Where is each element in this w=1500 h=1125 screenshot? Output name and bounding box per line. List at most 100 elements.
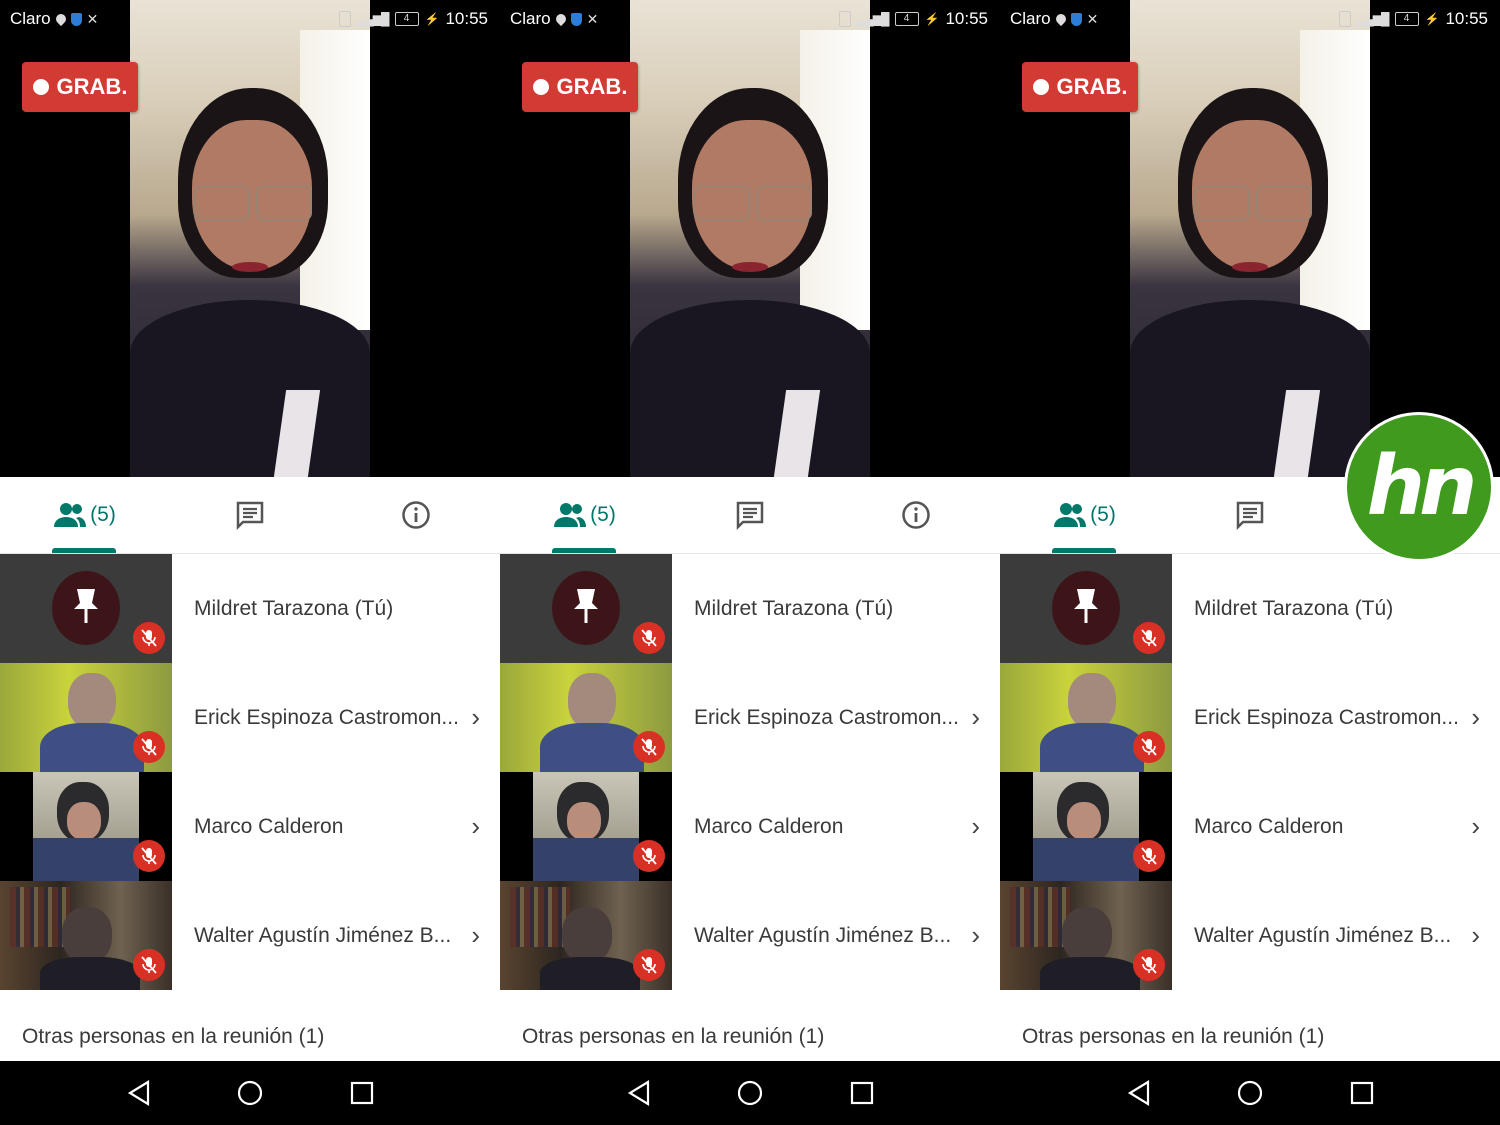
carrier-label: Claro xyxy=(510,9,551,28)
home-icon[interactable] xyxy=(237,1079,263,1107)
back-icon[interactable] xyxy=(1127,1079,1151,1107)
participant-name: Walter Agustín Jiménez B... xyxy=(194,924,452,947)
home-icon[interactable] xyxy=(1237,1079,1263,1107)
chevron-right-icon[interactable]: › xyxy=(471,772,480,881)
participant-row[interactable]: Erick Espinoza Castromon... › xyxy=(0,663,500,772)
people-icon xyxy=(554,503,587,527)
charging-icon: ⚡ xyxy=(1424,12,1440,26)
recording-label: GRAB. xyxy=(56,74,128,99)
missed-call-icon: ✕ xyxy=(1086,10,1099,27)
people-count: (5) xyxy=(590,503,616,526)
mic-off-icon xyxy=(133,949,165,981)
clock: 10:55 xyxy=(445,9,488,28)
speaker-camera-feed xyxy=(1130,0,1370,477)
chevron-right-icon[interactable]: › xyxy=(1471,881,1480,990)
mic-off-icon xyxy=(633,731,665,763)
avatar xyxy=(1052,571,1120,645)
recording-label: GRAB. xyxy=(1056,74,1128,99)
avatar xyxy=(52,571,120,645)
participant-row[interactable]: Mildret Tarazona (Tú) xyxy=(1000,554,1500,663)
meet-screen-1: Claro ✕ ▂▄▆█ 4 ⚡ 10:55 GRAB. (5) Mildret… xyxy=(0,0,500,1125)
participant-name: Marco Calderon xyxy=(694,815,844,838)
vibrate-icon xyxy=(839,11,852,27)
tab-info[interactable] xyxy=(366,477,466,553)
participant-row[interactable]: Marco Calderon › xyxy=(0,772,500,881)
others-section-heading: Otras personas en la reunión (1) xyxy=(22,1025,325,1048)
shield-icon xyxy=(70,12,82,26)
system-nav-bar xyxy=(0,1061,500,1125)
chevron-right-icon[interactable]: › xyxy=(971,881,980,990)
participant-name: Mildret Tarazona (Tú) xyxy=(194,597,394,620)
tab-people[interactable]: (5) xyxy=(30,477,140,553)
screenshots-strip: Claro ✕ ▂▄▆█ 4 ⚡ 10:55 GRAB. (5) Mildret… xyxy=(0,0,1500,1125)
mic-off-icon xyxy=(633,622,665,654)
mic-off-icon xyxy=(133,731,165,763)
participant-name: Walter Agustín Jiménez B... xyxy=(1194,924,1452,947)
recent-apps-icon[interactable] xyxy=(850,1079,874,1107)
battery-icon: 4 xyxy=(1394,12,1419,26)
home-icon[interactable] xyxy=(737,1079,763,1107)
info-icon xyxy=(902,501,930,529)
chat-icon xyxy=(236,501,264,530)
status-bar: Claro ✕ ▂▄▆█ 4 ⚡ 10:55 xyxy=(1000,0,1500,38)
participant-name: Marco Calderon xyxy=(194,815,344,838)
battery-icon: 4 xyxy=(894,12,919,26)
tab-people[interactable]: (5) xyxy=(530,477,640,553)
participant-row[interactable]: Marco Calderon › xyxy=(500,772,1000,881)
mic-off-icon xyxy=(1133,622,1165,654)
shield-icon xyxy=(1070,12,1082,26)
mic-off-icon xyxy=(1133,949,1165,981)
tab-chat[interactable] xyxy=(200,477,300,553)
participant-row[interactable]: Walter Agustín Jiménez B... › xyxy=(0,881,500,990)
tab-chat[interactable] xyxy=(1200,477,1300,553)
avatar xyxy=(552,571,620,645)
missed-call-icon: ✕ xyxy=(586,10,599,27)
signal-icon: ▂▄▆█ xyxy=(1357,12,1389,26)
participant-thumbnail xyxy=(0,554,172,663)
tab-people[interactable]: (5) xyxy=(1030,477,1140,553)
chevron-right-icon[interactable]: › xyxy=(471,881,480,990)
participant-row[interactable]: Marco Calderon › xyxy=(1000,772,1500,881)
chevron-right-icon[interactable]: › xyxy=(1471,663,1480,772)
chevron-right-icon[interactable]: › xyxy=(471,663,480,772)
participant-row[interactable]: Mildret Tarazona (Tú) xyxy=(500,554,1000,663)
pin-icon xyxy=(1074,589,1098,623)
record-dot-icon xyxy=(1032,79,1049,95)
participant-thumbnail xyxy=(500,554,672,663)
participant-thumbnail xyxy=(500,881,672,990)
others-section-heading: Otras personas en la reunión (1) xyxy=(522,1025,825,1048)
recording-badge: GRAB. xyxy=(522,62,638,112)
participant-row[interactable]: Erick Espinoza Castromon... › xyxy=(500,663,1000,772)
back-icon[interactable] xyxy=(627,1079,651,1107)
mic-off-icon xyxy=(1133,731,1165,763)
charging-icon: ⚡ xyxy=(424,12,440,26)
tab-chat[interactable] xyxy=(700,477,800,553)
vibrate-icon xyxy=(1339,11,1352,27)
participant-row[interactable]: Walter Agustín Jiménez B... › xyxy=(1000,881,1500,990)
participant-thumbnail xyxy=(500,663,672,772)
participant-thumbnail xyxy=(1000,772,1172,881)
pin-icon xyxy=(574,589,598,623)
participant-name: Erick Espinoza Castromon... xyxy=(1194,706,1459,729)
location-icon xyxy=(553,11,568,27)
recent-apps-icon[interactable] xyxy=(350,1079,374,1107)
chevron-right-icon[interactable]: › xyxy=(1471,772,1480,881)
recent-apps-icon[interactable] xyxy=(1350,1079,1374,1107)
chevron-right-icon[interactable]: › xyxy=(971,772,980,881)
participant-thumbnail xyxy=(1000,663,1172,772)
participant-name: Mildret Tarazona (Tú) xyxy=(694,597,894,620)
participant-name: Marco Calderon xyxy=(1194,815,1344,838)
chevron-right-icon[interactable]: › xyxy=(971,663,980,772)
back-icon[interactable] xyxy=(127,1079,151,1107)
participant-name: Mildret Tarazona (Tú) xyxy=(1194,597,1394,620)
participant-row[interactable]: Walter Agustín Jiménez B... › xyxy=(500,881,1000,990)
speaker-camera-feed xyxy=(130,0,370,477)
mic-off-icon xyxy=(633,949,665,981)
participant-row[interactable]: Erick Espinoza Castromon... › xyxy=(1000,663,1500,772)
participant-thumbnail xyxy=(1000,881,1172,990)
shield-icon xyxy=(570,12,582,26)
tab-info[interactable] xyxy=(866,477,966,553)
participant-row[interactable]: Mildret Tarazona (Tú) xyxy=(0,554,500,663)
meet-screen-3: Claro ✕ ▂▄▆█ 4 ⚡ 10:55 GRAB. (5) Mildret… xyxy=(1000,0,1500,1125)
charging-icon: ⚡ xyxy=(924,12,940,26)
